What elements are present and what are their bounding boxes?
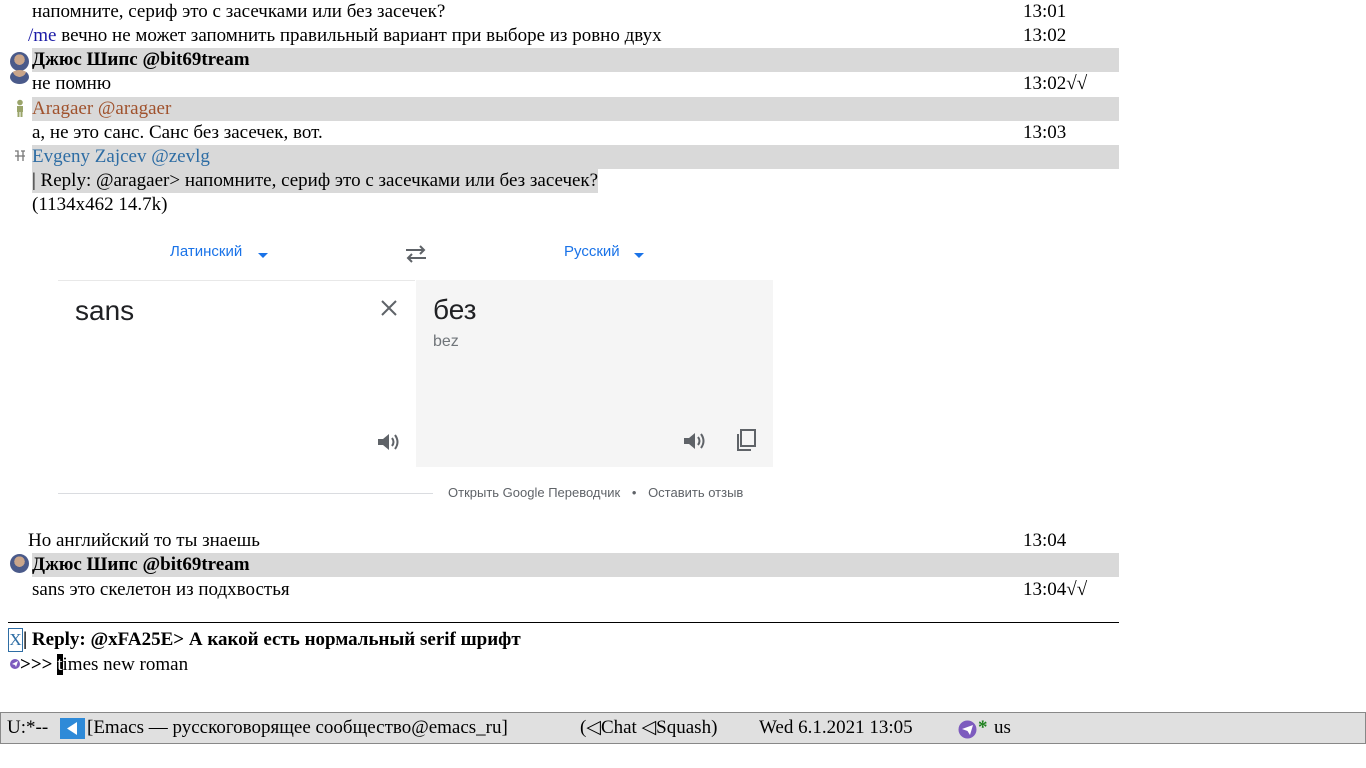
dropdown-triangle-icon: [634, 253, 644, 258]
message-text: sans это скелетон из подхвостья: [32, 579, 290, 600]
avatar-icon: [15, 150, 25, 161]
footer-divider: [58, 493, 433, 494]
message-author[interactable]: Evgeny Zajcev @zevlg: [32, 145, 1119, 169]
source-language: Латинский: [170, 243, 243, 260]
message-text: не помню: [32, 73, 112, 94]
message-time: 13:04√√: [1023, 579, 1088, 600]
major-modes: (◁Chat ◁Squash): [580, 717, 718, 738]
open-translator-link: Открыть Google Переводчик: [448, 485, 621, 500]
swap-arrows-icon: [406, 245, 426, 263]
person-avatar-icon: [17, 99, 23, 117]
me-command: /me: [28, 25, 57, 46]
reply-quote: | Reply: @aragaer> напомните, сериф это …: [32, 169, 599, 193]
target-text: без: [433, 294, 477, 325]
message-time: 13:01: [1023, 1, 1067, 22]
footer-dot: •: [631, 485, 637, 500]
message-author[interactable]: Джюс Шипс @bit69tream: [32, 48, 1119, 72]
telegram-icon: [10, 659, 20, 669]
message-input[interactable]: >>> times new roman: [20, 653, 188, 677]
message-time: 13:04: [1023, 530, 1067, 551]
telegram-icon: [958, 720, 977, 739]
dropdown-triangle-icon: [258, 253, 268, 258]
target-language: Русский: [564, 243, 620, 260]
me-action-message: /me вечно не может запомнить правильный …: [28, 24, 662, 48]
me-action-text: вечно не может запомнить правильный вари…: [56, 25, 662, 46]
input-prompt: >>>: [20, 654, 53, 675]
cancel-reply-button[interactable]: X: [8, 628, 23, 652]
translate-footer: Открыть Google Переводчик • Оставить отз…: [448, 485, 743, 500]
date-time: Wed 6.1.2021 13:05: [759, 717, 913, 738]
transliteration: bez: [433, 333, 459, 350]
close-icon: [381, 300, 397, 316]
avatar: [10, 554, 29, 573]
source-text: sans: [75, 295, 135, 326]
speaker-icon: [378, 434, 399, 450]
back-arrow-icon[interactable]: [60, 718, 85, 739]
avatar: [10, 52, 29, 71]
keyboard-layout: us: [994, 717, 1011, 738]
translate-image[interactable]: Латинский Русский sans без bez Открыть G…: [58, 228, 773, 510]
target-pane: без bez: [416, 280, 773, 467]
unread-star: *: [978, 717, 988, 738]
image-meta: (1134x462 14.7k): [32, 194, 168, 215]
message-time: 13:02√√: [1023, 73, 1088, 94]
message-text: напомните, сериф это с засечками или без…: [32, 1, 446, 22]
avatar: [10, 70, 29, 84]
message-text: Но английский то ты знаешь: [28, 530, 260, 551]
buffer-mode: U:*--: [7, 717, 49, 738]
copy-icon: [737, 429, 756, 451]
speaker-icon: [684, 433, 705, 449]
message-time: 13:02: [1023, 25, 1067, 46]
feedback-link: Оставить отзыв: [648, 485, 744, 500]
input-text: imes new roman: [62, 654, 189, 675]
message-time: 13:03: [1023, 122, 1067, 143]
message-text: а, не это санс. Санс без засечек, вот.: [32, 122, 323, 143]
message-author[interactable]: Джюс Шипс @bit69tream: [32, 553, 1119, 577]
message-author[interactable]: Aragaer @aragaer: [32, 97, 1119, 121]
mode-line: U:*-- [Emacs — русскоговорящее сообществ…: [0, 712, 1366, 744]
reply-header: | Reply: @xFA25E> А какой есть нормальны…: [23, 629, 521, 650]
input-separator: [8, 622, 1119, 623]
buffer-name: [Emacs — русскоговорящее сообщество@emac…: [87, 717, 508, 738]
source-pane: sans: [58, 280, 415, 468]
